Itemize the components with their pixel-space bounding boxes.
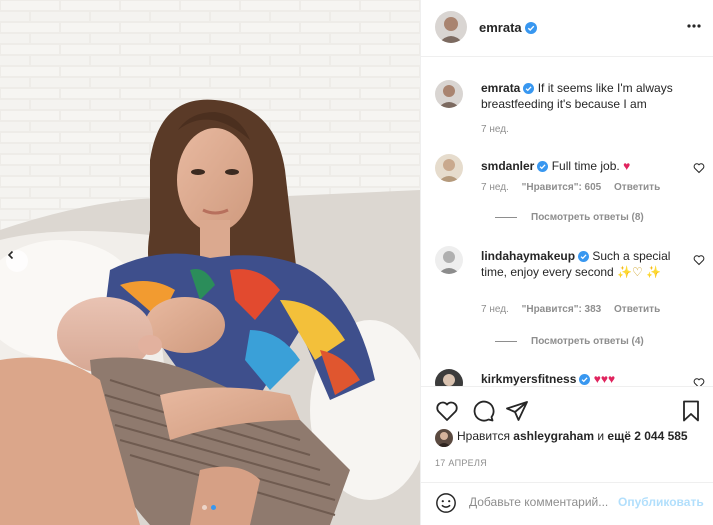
publish-button[interactable]: Опубликовать xyxy=(618,495,704,509)
comment-username[interactable]: smdanler xyxy=(481,159,534,173)
avatar[interactable] xyxy=(435,246,463,274)
likes-summary: Нравится ashleygraham и ещё 2 044 585 xyxy=(435,429,688,447)
view-replies-button[interactable]: Посмотреть ответы (4) xyxy=(495,336,644,347)
carousel-dot xyxy=(202,505,207,510)
comment-likes[interactable]: "Нравится": 605 xyxy=(522,182,602,193)
author-username[interactable]: emrata xyxy=(479,20,522,35)
comment-username[interactable]: lindahaymakeup xyxy=(481,249,575,263)
view-replies-button[interactable]: Посмотреть ответы (8) xyxy=(495,212,644,223)
comment-input[interactable] xyxy=(469,495,619,509)
comments-list[interactable]: emrata If it seems like I'm always breas… xyxy=(421,58,713,386)
caption-age[interactable]: 7 нед. xyxy=(481,124,509,135)
verified-icon xyxy=(537,161,549,172)
heart-icon[interactable] xyxy=(435,399,459,423)
red-hearts-emoji: ♥♥♥ xyxy=(593,372,616,386)
bookmark-icon[interactable] xyxy=(679,399,703,423)
comment-meta: 7 нед. "Нравится": 383 Ответить xyxy=(481,304,670,315)
comment-age[interactable]: 7 нед. xyxy=(481,182,509,193)
post-date[interactable]: 17 АПРЕЛЯ xyxy=(435,458,487,468)
carousel-indicator xyxy=(202,505,216,510)
post-photo[interactable] xyxy=(0,0,420,525)
likes-prefix: Нравится xyxy=(457,429,510,443)
chevron-left-icon xyxy=(7,250,14,260)
heart-icon[interactable] xyxy=(693,162,705,174)
heart-icon[interactable] xyxy=(693,254,705,266)
comment-text: Full time job. xyxy=(551,159,620,173)
post-author[interactable]: emrata xyxy=(479,20,537,35)
comment-body: kirkmyersfitness ♥♥♥ xyxy=(481,371,681,386)
comment-icon[interactable] xyxy=(471,399,495,423)
comment-body: smdanler Full time job. ♥ xyxy=(481,158,681,174)
avatar[interactable] xyxy=(435,80,463,108)
sparkle-heart-emoji: ✨♡ ✨ xyxy=(617,265,662,279)
caption-meta: 7 нед. xyxy=(481,124,519,135)
carousel-dot-active xyxy=(211,505,216,510)
verified-icon xyxy=(579,374,591,385)
avatar[interactable] xyxy=(435,429,453,447)
liker-username[interactable]: ashleygraham xyxy=(513,429,594,443)
comment-age[interactable]: 7 нед. xyxy=(481,304,509,315)
post-actions: Нравится ashleygraham и ещё 2 044 585 17… xyxy=(421,386,713,482)
post-side-panel: emrata emrata If it seems like I'm alway… xyxy=(420,0,713,525)
comment-likes[interactable]: "Нравится": 383 xyxy=(522,304,602,315)
verified-icon xyxy=(524,22,537,34)
reply-button[interactable]: Ответить xyxy=(614,182,660,193)
avatar[interactable] xyxy=(435,154,463,182)
likes-conjunction: и xyxy=(597,429,605,443)
red-heart-emoji: ♥ xyxy=(623,159,631,173)
photo-image xyxy=(0,0,420,525)
add-comment-bar: Опубликовать xyxy=(421,482,713,525)
post-header: emrata xyxy=(421,0,713,57)
comment-username[interactable]: kirkmyersfitness xyxy=(481,372,576,386)
more-icon[interactable] xyxy=(686,18,702,34)
reply-button[interactable]: Ответить xyxy=(614,304,660,315)
avatar[interactable] xyxy=(435,11,467,43)
likes-count[interactable]: ещё 2 044 585 xyxy=(607,429,687,443)
verified-icon xyxy=(578,251,590,262)
comment-meta: 7 нед. "Нравится": 605 Ответить xyxy=(481,182,670,193)
previous-photo-button[interactable] xyxy=(6,250,28,272)
caption-body: emrata If it seems like I'm always breas… xyxy=(481,80,681,112)
heart-icon[interactable] xyxy=(693,377,705,386)
smile-icon[interactable] xyxy=(435,492,457,514)
share-icon[interactable] xyxy=(505,399,529,423)
comment-body: lindahaymakeup Such a special time, enjo… xyxy=(481,248,681,280)
verified-icon xyxy=(523,83,535,94)
avatar[interactable] xyxy=(435,369,463,386)
caption-username[interactable]: emrata xyxy=(481,81,520,95)
